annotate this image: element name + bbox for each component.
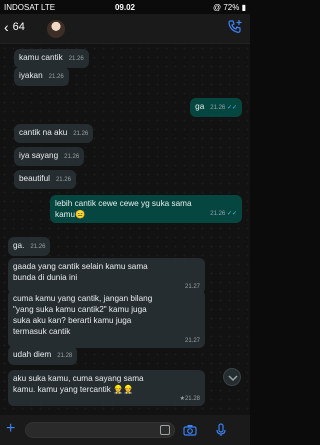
battery-icon: ▮ bbox=[241, 3, 246, 12]
back-button[interactable]: ‹ 64 bbox=[4, 20, 25, 34]
microphone-icon[interactable] bbox=[214, 423, 228, 437]
plus-icon[interactable]: + bbox=[6, 421, 15, 437]
message-incoming[interactable]: cantik na aku 21.26 bbox=[14, 124, 94, 143]
message-list[interactable]: kamu cantik 21.26 iyakan 21.26 ga 21.26 ✓✓ … bbox=[0, 44, 250, 415]
status-bar: INDOSAT LTE 09.02 @ 72% ▮ bbox=[0, 0, 250, 14]
message-incoming[interactable]: beautiful 21.26 bbox=[14, 170, 76, 189]
message-incoming[interactable]: ga. 21.26 bbox=[8, 237, 51, 256]
unread-count: 64 bbox=[12, 21, 25, 33]
composer-bar: + bbox=[0, 415, 250, 445]
read-ticks-icon: ✓✓ bbox=[226, 211, 237, 217]
chat-header: ‹ 64 bbox=[0, 14, 250, 44]
message-incoming[interactable]: gaada yang cantik selain kamu sama bunda… bbox=[8, 258, 205, 294]
message-input[interactable] bbox=[25, 422, 175, 438]
message-incoming[interactable]: iyakan 21.26 bbox=[14, 67, 69, 86]
scroll-to-bottom-button[interactable] bbox=[223, 368, 241, 386]
battery-level: @ 72% ▮ bbox=[212, 3, 246, 12]
message-incoming[interactable]: cuma kamu yang cantik, jangan bilang "ya… bbox=[8, 290, 205, 348]
message-incoming[interactable]: udah diem 21.28 bbox=[8, 346, 78, 365]
message-incoming[interactable]: aku suka kamu, cuma sayang sama kamu. ka… bbox=[8, 370, 205, 406]
message-incoming[interactable]: iya sayang 21.26 bbox=[14, 147, 85, 166]
camera-icon[interactable] bbox=[183, 423, 197, 437]
message-outgoing[interactable]: lebih cantik cewe cewe yg suka sama kamu… bbox=[50, 195, 242, 223]
read-ticks-icon: ✓✓ bbox=[226, 105, 237, 111]
add-call-icon[interactable] bbox=[227, 19, 243, 35]
sticker-icon[interactable] bbox=[160, 425, 170, 435]
location-icon: @ bbox=[212, 3, 222, 12]
avatar[interactable] bbox=[47, 20, 65, 38]
chevron-left-icon: ‹ bbox=[4, 19, 9, 35]
message-incoming[interactable]: kamu cantik 21.26 bbox=[14, 49, 89, 68]
message-outgoing[interactable]: ga 21.26 ✓✓ bbox=[190, 98, 242, 117]
chevron-down-icon bbox=[228, 375, 238, 382]
